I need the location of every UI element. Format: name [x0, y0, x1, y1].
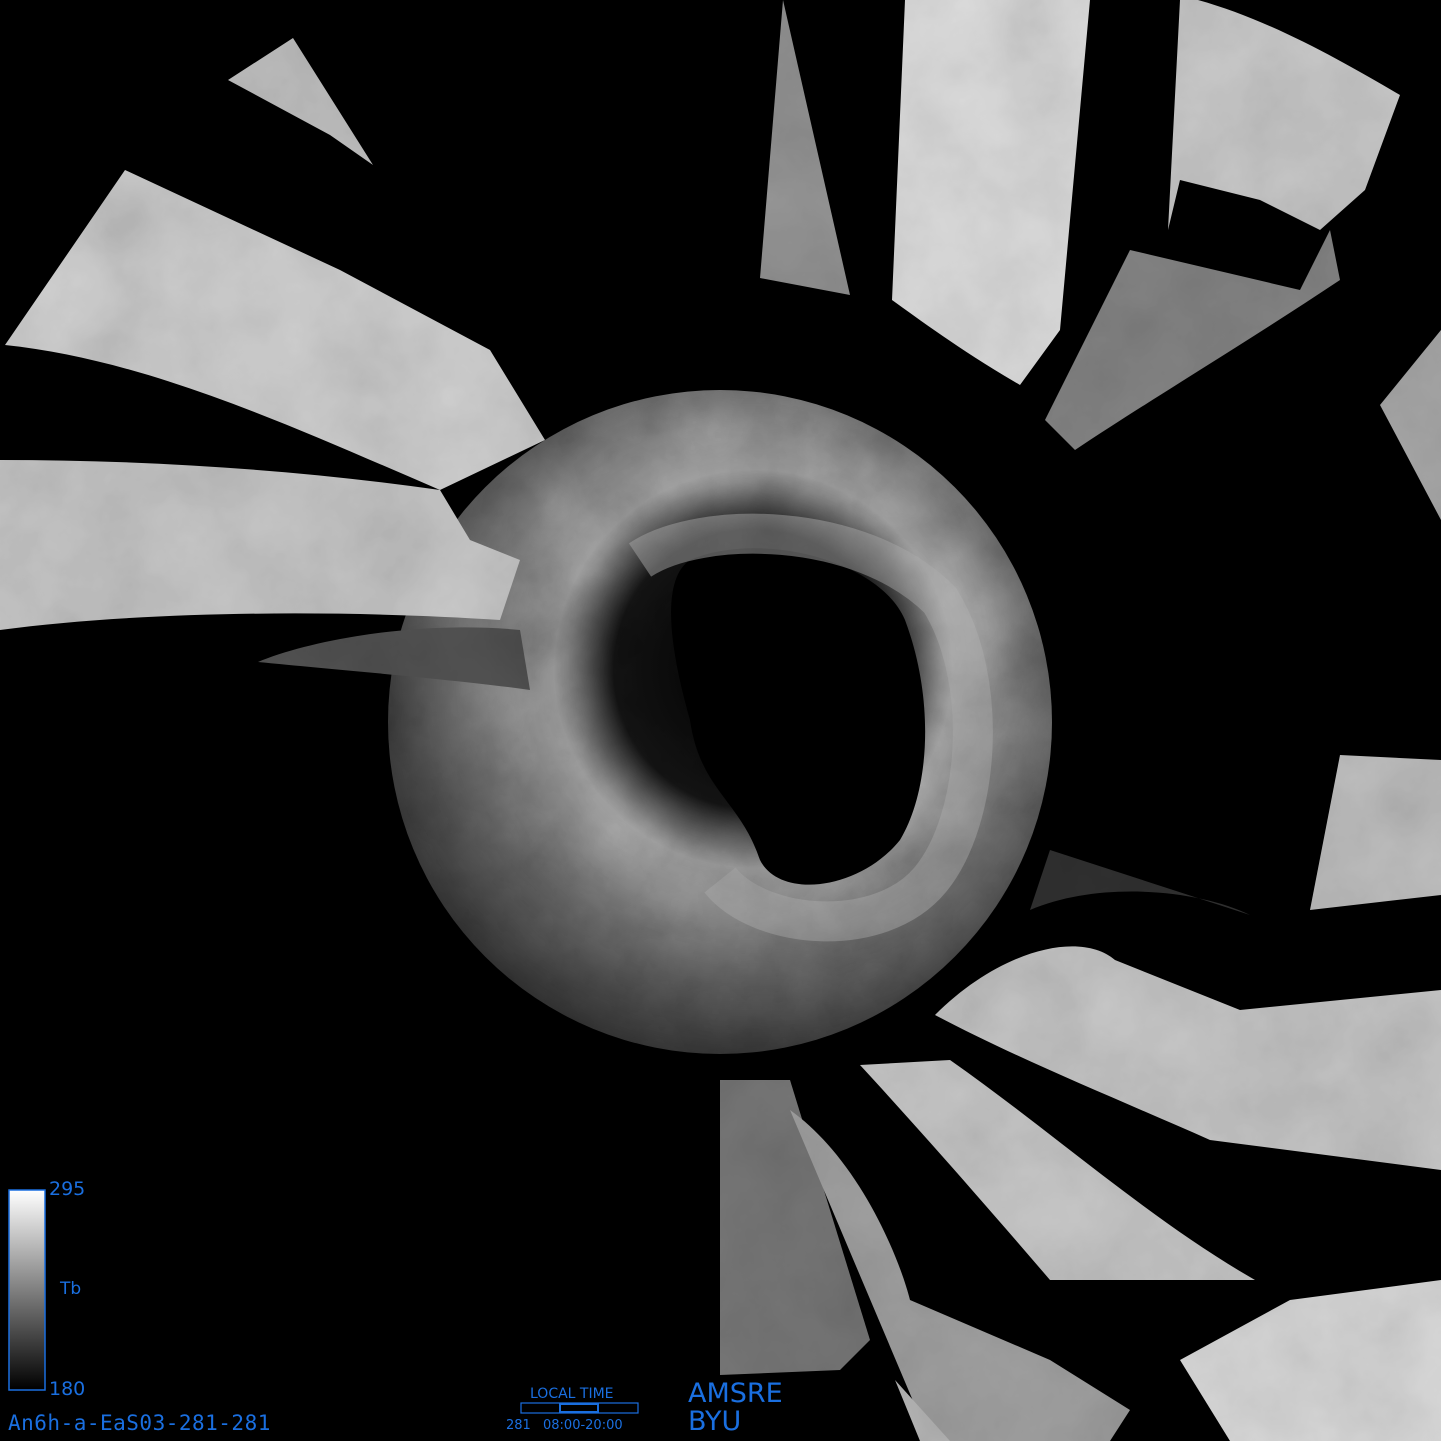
colorbar-min-label: 180	[49, 1378, 86, 1400]
swath-texture	[0, 0, 1441, 1441]
colorbar	[8, 1189, 46, 1391]
colorbar-unit-label: Tb	[60, 1279, 82, 1299]
local-time-range: 08:00-20:00	[543, 1418, 623, 1433]
local-time-title: LOCAL TIME	[530, 1386, 614, 1402]
satellite-brightness-map	[0, 0, 1441, 1441]
product-id-label: An6h-a-EaS03-281-281	[8, 1411, 271, 1435]
local-time-day: 281	[506, 1418, 531, 1433]
colorbar-gradient	[8, 1189, 46, 1391]
colorbar-max-label: 295	[49, 1178, 86, 1200]
sensor-label: AMSRE	[688, 1378, 783, 1409]
organization-label: BYU	[688, 1406, 742, 1437]
